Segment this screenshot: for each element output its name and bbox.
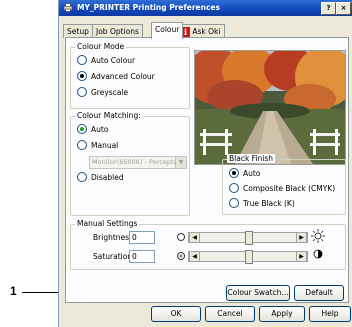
autumn-road-photo [195, 51, 345, 164]
tab-ask-oki-label: Ask Oki [192, 27, 221, 36]
help-button[interactable]: Help [309, 306, 351, 322]
colour-matching-label: Colour Matching: [75, 111, 143, 120]
saturation-input[interactable]: 0 [129, 250, 155, 263]
brightness-indicator-icon [177, 233, 185, 241]
radio-circle-selected [77, 124, 87, 134]
contrast-icon [313, 249, 323, 259]
greyscale-radio[interactable]: Greyscale [77, 87, 129, 98]
advanced-colour-radio[interactable]: Advanced Colour [77, 71, 155, 82]
slider-right-arrow-icon[interactable]: ▶ [296, 252, 307, 261]
auto-colour-label: Auto Colour [91, 56, 136, 65]
tab-setup[interactable]: Setup [63, 24, 93, 38]
radio-circle [77, 140, 87, 150]
profile-select-value: Monitor(6500K) - Perceptual [92, 158, 184, 166]
title-bar: MY_PRINTER Printing Preferences ? × [59, 0, 352, 16]
slider-thumb[interactable] [245, 250, 253, 264]
help-title-button[interactable]: ? [321, 2, 336, 15]
colour-matching-group: Colour Matching: Auto Manual Monitor(650… [70, 111, 190, 216]
manual-settings-group: Manual Settings Brightness: 0 ◀ ▶ Satura… [70, 219, 346, 270]
matching-auto-label: Auto [91, 125, 109, 134]
slider-right-arrow-icon[interactable]: ▶ [296, 233, 307, 242]
matching-manual-radio[interactable]: Manual [77, 140, 119, 151]
radio-circle [77, 55, 87, 65]
sun-icon [311, 229, 325, 243]
matching-disabled-radio[interactable]: Disabled [77, 172, 124, 183]
cancel-button[interactable]: Cancel [205, 306, 255, 322]
matching-manual-label: Manual [91, 141, 119, 150]
colour-swatch-button[interactable]: Colour Swatch... [226, 285, 290, 301]
ok-button[interactable]: OK [151, 306, 201, 322]
matching-disabled-label: Disabled [91, 173, 124, 182]
radio-circle [229, 183, 239, 193]
apply-button[interactable]: Apply [259, 306, 305, 322]
radio-circle-selected [77, 71, 87, 81]
composite-black-label: Composite Black (CMYK) [243, 184, 336, 193]
advanced-colour-label: Advanced Colour [91, 72, 155, 81]
slider-thumb[interactable] [245, 231, 253, 245]
slider-left-arrow-icon[interactable]: ◀ [189, 252, 200, 261]
printer-icon [63, 3, 73, 12]
print-preferences-window: MY_PRINTER Printing Preferences ? × Setu… [58, 0, 352, 327]
colour-tab-panel: Colour Mode Auto Colour Advanced Colour … [65, 37, 349, 303]
radio-circle [77, 87, 87, 97]
saturation-indicator-icon [177, 252, 185, 260]
brightness-input[interactable]: 0 [129, 231, 155, 244]
tab-colour[interactable]: Colour [151, 22, 184, 39]
close-title-button[interactable]: × [336, 2, 351, 15]
brightness-slider[interactable]: ◀ ▶ [188, 231, 308, 245]
window-title: MY_PRINTER Printing Preferences [77, 3, 220, 12]
greyscale-label: Greyscale [91, 88, 129, 97]
auto-colour-radio[interactable]: Auto Colour [77, 55, 136, 66]
composite-black-radio[interactable]: Composite Black (CMYK) [229, 183, 336, 194]
radio-circle-selected [229, 168, 239, 178]
colour-mode-label: Colour Mode [75, 42, 127, 51]
chevron-down-icon: ▼ [175, 157, 186, 168]
radio-circle [229, 198, 239, 208]
saturation-slider[interactable]: ◀ ▶ [188, 250, 308, 264]
tab-ask-oki[interactable]: i Ask Oki [178, 24, 225, 38]
tab-job-options[interactable]: Job Options [92, 24, 143, 38]
true-black-label: True Black (K) [243, 199, 295, 208]
default-button[interactable]: Default [294, 285, 344, 301]
true-black-radio[interactable]: True Black (K) [229, 198, 295, 209]
slider-left-arrow-icon[interactable]: ◀ [189, 233, 200, 242]
matching-auto-radio[interactable]: Auto [77, 124, 109, 135]
profile-select[interactable]: Monitor(6500K) - Perceptual ▼ [89, 156, 187, 169]
colour-mode-group: Colour Mode Auto Colour Advanced Colour … [70, 42, 190, 109]
manual-settings-label: Manual Settings [75, 219, 140, 228]
black-auto-label: Auto [243, 169, 261, 178]
black-finish-label: Black Finish [227, 154, 276, 163]
black-auto-radio[interactable]: Auto [229, 168, 261, 179]
preview-image [194, 50, 346, 165]
black-finish-group: Black Finish Auto Composite Black (CMYK)… [222, 154, 346, 215]
callout-number: 1 [10, 284, 17, 298]
radio-circle [77, 172, 87, 182]
